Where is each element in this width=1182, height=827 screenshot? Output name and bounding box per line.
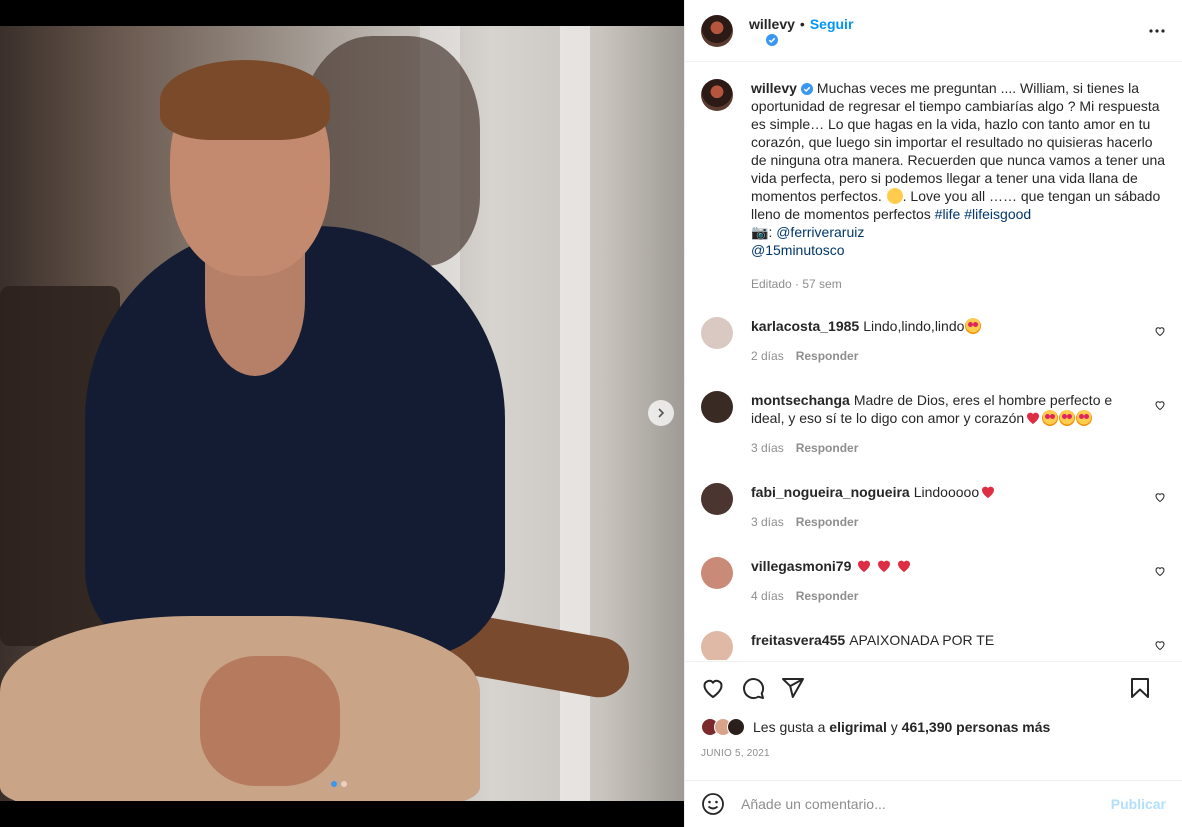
commenter-username[interactable]: villegasmoni79: [751, 558, 851, 574]
reply-button[interactable]: Responder: [796, 439, 859, 457]
red-heart-emoji-icon: [878, 560, 891, 572]
author-info: willevy • Seguir: [749, 16, 853, 46]
caption-edited-time: Editado · 57 sem: [751, 277, 842, 291]
person-hair: [160, 60, 330, 140]
share-button[interactable]: [781, 676, 805, 700]
caption-text: Muchas veces me preguntan .... William, …: [751, 80, 1166, 204]
hashtag-lifeisgood[interactable]: #lifeisgood: [964, 206, 1031, 222]
post-actions: Les gusta a eligrimal y 461,390 personas…: [685, 661, 1182, 773]
likes-middle: y: [890, 719, 898, 735]
likes-count[interactable]: 461,390 personas más: [902, 719, 1051, 735]
person-hands: [200, 656, 340, 786]
comment-like-heart-icon[interactable]: [1154, 325, 1166, 337]
comment-like-heart-icon[interactable]: [1154, 639, 1166, 651]
publish-button[interactable]: Publicar: [1111, 796, 1166, 812]
comment-item: freitasvera455 APAIXONADA POR TE: [701, 631, 1166, 660]
action-bar: [701, 662, 1166, 714]
comment-like-heart-icon[interactable]: [1154, 565, 1166, 577]
verified-badge-icon: [800, 83, 813, 96]
post-media: [0, 0, 684, 827]
likes-user[interactable]: eligrimal: [829, 719, 887, 735]
post-panel: willevy • Seguir willevy Muchas veces me …: [684, 0, 1182, 827]
more-horizontal-icon[interactable]: [1148, 22, 1166, 40]
red-heart-emoji-icon: [1027, 412, 1040, 424]
comment-item: karlacosta_1985 Lindo,lindo,lindo 2 días …: [701, 317, 1166, 365]
add-comment-bar: Publicar: [685, 780, 1182, 827]
reply-button[interactable]: Responder: [796, 347, 859, 365]
reply-button[interactable]: Responder: [796, 513, 859, 531]
commenter-avatar[interactable]: [701, 483, 733, 515]
likes-summary: Les gusta a eligrimal y 461,390 personas…: [701, 714, 1166, 740]
author-avatar[interactable]: [701, 14, 733, 47]
hashtag-life[interactable]: #life: [935, 206, 961, 222]
save-button[interactable]: [1128, 676, 1152, 700]
commenter-avatar[interactable]: [701, 631, 733, 660]
comment-time: 4 días: [751, 589, 784, 603]
carousel-dot-active: [331, 781, 337, 787]
caption-username[interactable]: willevy: [751, 80, 797, 96]
paper-plane-icon: [782, 678, 804, 698]
comment-item: montsechanga Madre de Dios, eres el hombr…: [701, 391, 1166, 457]
caption-avatar[interactable]: [701, 79, 733, 111]
comment-text: Lindooooo: [913, 484, 980, 500]
mention-15minutosco[interactable]: @15minutosco: [751, 242, 845, 258]
comment-time: 2 días: [751, 349, 784, 363]
comment-button[interactable]: [741, 676, 765, 700]
commenter-avatar[interactable]: [701, 391, 733, 423]
carousel-dot: [341, 781, 347, 787]
mention-ferriveraruiz[interactable]: @ferriveraruiz: [776, 224, 864, 240]
red-heart-emoji-icon: [982, 486, 995, 498]
heart-eyes-emoji-icon: [1042, 410, 1059, 426]
heart-icon: [703, 679, 723, 699]
heart-eyes-emoji-icon: [1076, 410, 1093, 426]
post-header: willevy • Seguir: [685, 0, 1182, 62]
likes-prefix: Les gusta a: [753, 719, 826, 735]
comment-like-heart-icon[interactable]: [1154, 399, 1166, 411]
commenter-username[interactable]: karlacosta_1985: [751, 318, 859, 334]
comment-text: APAIXONADA POR TE: [849, 632, 995, 648]
verified-badge-icon: [766, 33, 778, 46]
post-date: JUNIO 5, 2021: [701, 748, 770, 759]
follow-button[interactable]: Seguir: [810, 16, 854, 32]
bookmark-icon: [1131, 678, 1149, 698]
commenter-avatar[interactable]: [701, 317, 733, 349]
smiley-icon[interactable]: [701, 792, 725, 816]
commenter-avatar[interactable]: [701, 557, 733, 589]
comment-item: fabi_nogueira_nogueira Lindooooo 3 días R…: [701, 483, 1166, 531]
like-button[interactable]: [701, 676, 725, 700]
comment-text: Lindo,lindo,lindo: [863, 318, 965, 334]
comment-time: 3 días: [751, 515, 784, 529]
heart-eyes-emoji-icon: [965, 318, 982, 334]
smile-emoji-icon: [886, 188, 903, 204]
author-username[interactable]: willevy: [749, 16, 795, 32]
comment-icon: [743, 678, 765, 700]
chevron-right-icon: [658, 408, 665, 418]
comment-input[interactable]: [741, 796, 1111, 812]
carousel-next-button[interactable]: [648, 400, 674, 426]
header-separator: •: [799, 15, 805, 32]
post-caption: willevy Muchas veces me preguntan .... Wi…: [701, 79, 1166, 293]
camera-emoji-icon: 📷: [751, 224, 769, 240]
photo-credit-separator: :: [768, 224, 773, 240]
liker-avatars: [701, 718, 745, 736]
reply-button[interactable]: Responder: [796, 587, 859, 605]
commenter-username[interactable]: montsechanga: [751, 392, 850, 408]
comments-section[interactable]: willevy Muchas veces me preguntan .... Wi…: [685, 63, 1182, 660]
heart-eyes-emoji-icon: [1059, 410, 1076, 426]
comment-like-heart-icon[interactable]: [1154, 491, 1166, 503]
commenter-username[interactable]: fabi_nogueira_nogueira: [751, 484, 910, 500]
liker-avatar: [727, 718, 745, 736]
red-heart-emoji-icon: [858, 560, 871, 572]
commenter-username[interactable]: freitasvera455: [751, 632, 845, 648]
red-heart-emoji-icon: [898, 560, 911, 572]
comment-time: 3 días: [751, 441, 784, 455]
carousel-dots: [331, 781, 347, 787]
comment-item: villegasmoni79 4 días Responder: [701, 557, 1166, 605]
post-photo[interactable]: [0, 26, 684, 801]
